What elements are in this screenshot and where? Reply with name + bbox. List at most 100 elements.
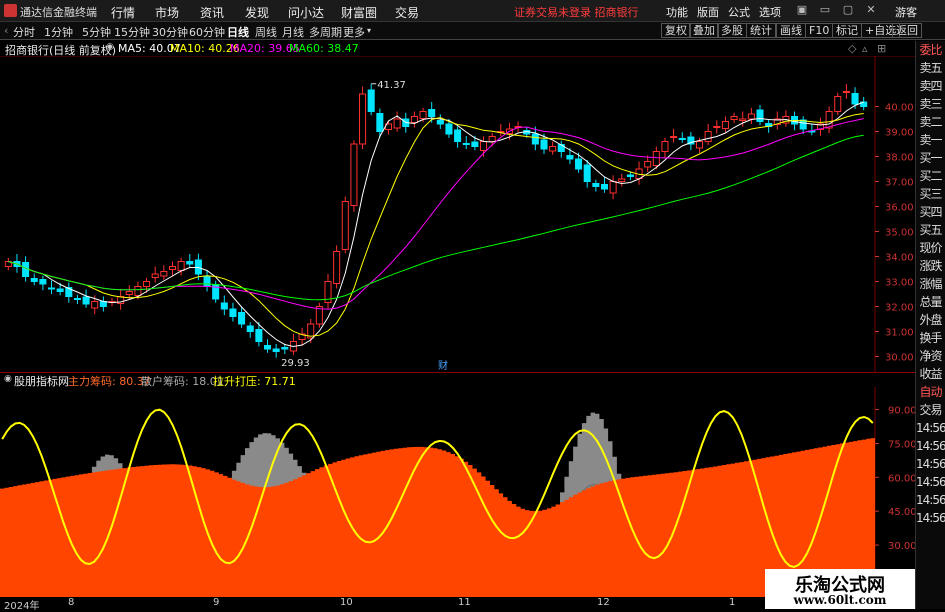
skin-icon[interactable]: ▣	[795, 3, 809, 17]
candle-body	[652, 151, 660, 166]
candle-body	[678, 138, 686, 140]
right-panel-item[interactable]: 现价	[916, 239, 945, 257]
candle-body	[618, 178, 626, 182]
right-panel-item[interactable]: 涨跌	[916, 257, 945, 275]
ma5-line	[8, 101, 864, 348]
right-panel-item[interactable]: 14:56	[916, 509, 945, 527]
right-panel-item[interactable]: 卖三	[916, 95, 945, 113]
right-panel-item[interactable]: 卖五	[916, 59, 945, 77]
right-panel-item[interactable]: 买五	[916, 221, 945, 239]
right-panel-item[interactable]: 买二	[916, 167, 945, 185]
menu-discover[interactable]: 发现	[245, 4, 269, 21]
candle-body	[160, 271, 168, 277]
guest-label[interactable]: 游客	[895, 4, 917, 20]
watermark-url: www.60lt.com	[793, 593, 887, 607]
mark-button[interactable]: 标记	[832, 23, 862, 38]
candle-body	[739, 118, 747, 121]
indicator-settings-icon[interactable]: ◉	[4, 374, 12, 384]
up-arrow-icon[interactable]: ▵	[862, 42, 868, 55]
main-labels: 40.00 39.00 38.00 37.00 36.00 35.00 34.00 33.00…	[281, 80, 914, 372]
right-panel-item[interactable]: 买一	[916, 149, 945, 167]
y-tick-label: 30.00	[885, 353, 914, 364]
right-panel-item[interactable]: 涨幅	[916, 275, 945, 293]
menu-news[interactable]: 资讯	[200, 4, 224, 21]
indicator-chart[interactable]: 90.0075.0060.0045.0030.0015.00	[0, 387, 915, 597]
period-5min[interactable]: 5分钟	[82, 24, 111, 40]
back-icon[interactable]: ‹	[4, 24, 8, 37]
right-panel-item[interactable]: 14:56	[916, 437, 945, 455]
right-panel-item[interactable]: 净资	[916, 347, 945, 365]
candle-body	[834, 96, 842, 112]
right-panel-item[interactable]: 14:56	[916, 419, 945, 437]
period-tick[interactable]: 分时	[13, 24, 35, 40]
candle-body	[540, 139, 548, 150]
f10-button[interactable]: F10	[805, 23, 834, 38]
diamond-icon[interactable]: ◇	[848, 42, 856, 55]
right-panel-item[interactable]: 14:56	[916, 455, 945, 473]
period-daily[interactable]: 日线	[227, 24, 249, 40]
candle-body	[246, 325, 254, 332]
draw-button[interactable]: 画线	[776, 23, 806, 38]
period-monthly[interactable]: 月线	[282, 24, 304, 40]
candle-body	[462, 143, 470, 145]
menu-trade[interactable]: 交易	[395, 4, 419, 21]
y-tick-label: 31.00	[885, 328, 914, 339]
right-panel-item[interactable]: 卖二	[916, 113, 945, 131]
period-60min[interactable]: 60分钟	[189, 24, 225, 40]
multi-stock-button[interactable]: 多股	[717, 23, 747, 38]
right-panel-item[interactable]: 14:56	[916, 491, 945, 509]
y-tick-label: 36.00	[885, 203, 914, 214]
candle-body	[549, 146, 557, 152]
minimize-icon[interactable]: ▭	[818, 3, 832, 17]
adjust-button[interactable]: 复权	[661, 23, 691, 38]
trade-notice[interactable]: 证券交易未登录 招商银行	[514, 4, 639, 20]
candle-body	[670, 136, 678, 138]
y-tick-label: 37.00	[885, 178, 914, 189]
menu-formula[interactable]: 公式	[728, 4, 750, 20]
right-panel-item[interactable]: 总量	[916, 293, 945, 311]
close-icon[interactable]: ✕	[864, 3, 878, 17]
right-panel-item[interactable]: 换手	[916, 329, 945, 347]
more-chevron-icon[interactable]: ▾	[367, 26, 371, 35]
candle-body	[341, 201, 349, 250]
right-panel-item[interactable]: 买三	[916, 185, 945, 203]
right-panel-item[interactable]: 14:56	[916, 473, 945, 491]
right-panel-item[interactable]: 卖一	[916, 131, 945, 149]
candle-body	[359, 93, 367, 145]
y-tick-label: 32.00	[885, 303, 914, 314]
menu-function[interactable]: 功能	[666, 4, 688, 20]
candle-body	[376, 113, 384, 132]
candle-body	[600, 184, 609, 190]
y-tick-label: 38.00	[885, 153, 914, 164]
right-panel-item[interactable]: 外盘	[916, 311, 945, 329]
right-panel-item[interactable]: 委比	[916, 41, 945, 59]
period-multi[interactable]: 多周期	[309, 24, 342, 40]
menu-market[interactable]: 市场	[155, 4, 179, 21]
settings-icon[interactable]: ⊞	[877, 42, 886, 55]
menu-ask[interactable]: 问小达	[288, 4, 324, 21]
restore-icon[interactable]: ▢	[841, 3, 855, 17]
menu-wealth[interactable]: 财富圈	[341, 4, 377, 21]
return-button[interactable]: 返回	[892, 23, 922, 38]
period-1min[interactable]: 1分钟	[44, 24, 73, 40]
period-15min[interactable]: 15分钟	[114, 24, 150, 40]
period-more[interactable]: 更多	[343, 24, 365, 40]
candlestick-chart[interactable]: 40.00 39.00 38.00 37.00 36.00 35.00 34.00 33.00…	[0, 56, 915, 372]
right-panel-item[interactable]: 收益	[916, 365, 945, 383]
right-panel-item[interactable]: 买四	[916, 203, 945, 221]
period-30min[interactable]: 30分钟	[152, 24, 188, 40]
ma10-line	[8, 113, 864, 337]
overlay-button[interactable]: 叠加	[689, 23, 719, 38]
stats-button[interactable]: 统计	[746, 23, 776, 38]
candle-body	[393, 118, 401, 129]
candle-body	[704, 131, 712, 142]
menu-options[interactable]: 选项	[759, 4, 781, 20]
period-weekly[interactable]: 周线	[255, 24, 277, 40]
ma-settings-icon[interactable]: ◉	[106, 42, 114, 52]
menu-quotes[interactable]: 行情	[111, 4, 135, 21]
right-panel-item[interactable]: 卖四	[916, 77, 945, 95]
menu-layout[interactable]: 版面	[697, 4, 719, 20]
candle-body	[419, 111, 427, 119]
right-panel-item[interactable]: 自动	[916, 383, 945, 401]
right-panel-item[interactable]: 交易	[916, 401, 945, 419]
